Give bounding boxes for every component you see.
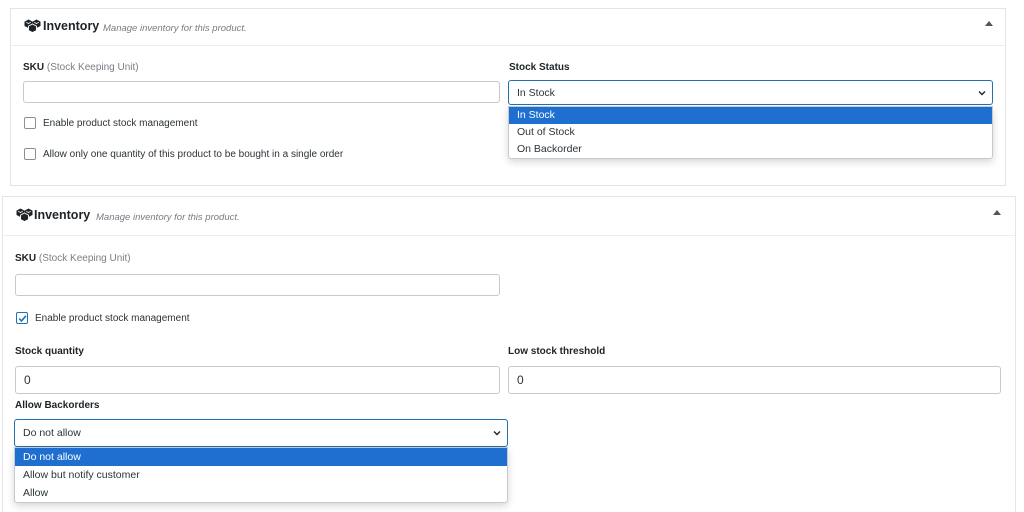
boxes-icon	[16, 208, 33, 222]
stock-status-select[interactable]: In Stock	[508, 80, 993, 105]
panel-description: Manage inventory for this product.	[103, 23, 247, 34]
low-stock-threshold-label: Low stock threshold	[508, 346, 606, 357]
stock-status-dropdown: In Stock Out of Stock On Backorder	[508, 106, 993, 159]
stock-status-option-on-backorder[interactable]: On Backorder	[509, 141, 992, 158]
sku-input[interactable]	[23, 81, 500, 103]
sold-individually-label: Allow only one quantity of this product …	[43, 148, 344, 160]
manage-stock-checkbox[interactable]: Enable product stock management	[24, 117, 198, 129]
panel-description: Manage inventory for this product.	[96, 212, 240, 223]
checkbox-box[interactable]	[24, 117, 36, 129]
manage-stock-label: Enable product stock management	[43, 117, 198, 129]
low-stock-threshold-input[interactable]	[508, 366, 1001, 394]
checkmark-icon	[18, 315, 27, 323]
backorders-dropdown: Do not allow Allow but notify customer A…	[14, 447, 508, 503]
backorders-select[interactable]: Do not allow	[14, 419, 508, 447]
backorders-option-do-not-allow[interactable]: Do not allow	[15, 448, 507, 466]
collapse-toggle-icon[interactable]	[993, 210, 1001, 215]
manage-stock-checkbox[interactable]: Enable product stock management	[16, 312, 190, 324]
sku-label: SKU (Stock Keeping Unit)	[15, 253, 131, 264]
chevron-down-icon	[493, 431, 501, 436]
sold-individually-checkbox[interactable]: Allow only one quantity of this product …	[24, 148, 343, 160]
panel-title: Inventory	[34, 208, 91, 222]
collapse-toggle-icon[interactable]	[985, 21, 993, 26]
sku-input[interactable]	[15, 274, 500, 296]
stock-quantity-label: Stock quantity	[15, 346, 84, 357]
panel-title: Inventory	[43, 19, 100, 33]
panel-header: Inventory Manage inventory for this prod…	[3, 197, 1015, 236]
manage-stock-label: Enable product stock management	[35, 312, 190, 324]
stock-status-option-out-of-stock[interactable]: Out of Stock	[509, 124, 992, 141]
checkbox-box[interactable]	[24, 148, 36, 160]
sku-label: SKU (Stock Keeping Unit)	[23, 62, 139, 73]
checkbox-box[interactable]	[16, 312, 28, 324]
stock-status-option-in-stock[interactable]: In Stock	[509, 107, 992, 124]
backorders-label: Allow Backorders	[15, 400, 100, 411]
backorders-option-allow-notify[interactable]: Allow but notify customer	[15, 466, 507, 484]
boxes-icon	[24, 19, 41, 33]
stock-status-selected-value: In Stock	[517, 86, 555, 99]
backorders-option-allow[interactable]: Allow	[15, 484, 507, 502]
backorders-selected-value: Do not allow	[23, 427, 81, 439]
stock-status-label: Stock Status	[509, 62, 570, 73]
panel-header: Inventory Manage inventory for this prod…	[11, 9, 1005, 46]
chevron-down-icon	[978, 90, 986, 95]
stock-quantity-input[interactable]	[15, 366, 500, 394]
